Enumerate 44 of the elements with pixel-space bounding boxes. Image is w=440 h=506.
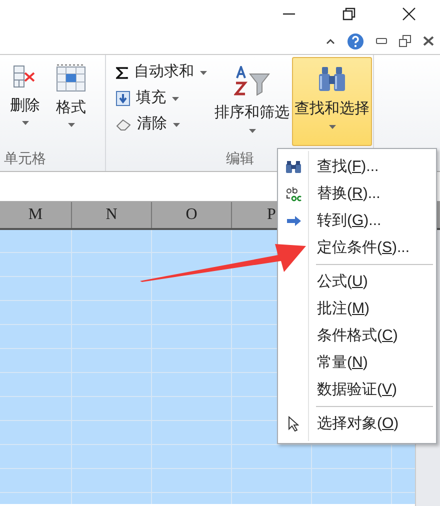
cells-button[interactable]: 格式 xyxy=(52,61,90,147)
pointer-icon xyxy=(288,416,299,432)
column-header[interactable]: O xyxy=(152,202,232,228)
column-header[interactable]: N xyxy=(72,202,152,228)
restore-icon[interactable] xyxy=(342,7,356,21)
ribbon-button[interactable]: 排序和筛选 xyxy=(212,57,292,146)
menu-item[interactable]: 条件格式(C) xyxy=(317,326,398,346)
column-header[interactable]: M xyxy=(0,202,72,228)
close-icon[interactable] xyxy=(402,7,416,21)
menu-item[interactable]: 定位条件(S)... xyxy=(317,238,410,258)
menu-item[interactable]: 公式(U) xyxy=(317,272,368,292)
ribbon-button[interactable]: 清除 xyxy=(116,113,212,136)
menu-item[interactable]: 选择对象(O) xyxy=(317,414,399,434)
menu-item[interactable]: 批注(M) xyxy=(317,298,370,318)
caret-icon xyxy=(200,70,207,74)
caret-icon xyxy=(248,129,256,133)
sort-filter-icon xyxy=(234,66,270,96)
caret-icon xyxy=(172,96,179,100)
close-icon[interactable] xyxy=(423,36,434,46)
help-icon[interactable] xyxy=(347,32,364,50)
menu-item[interactable]: 替换(R)... xyxy=(317,184,380,204)
menu-item[interactable]: 查找(F)... xyxy=(317,156,379,176)
collapse-ribbon-icon[interactable] xyxy=(326,38,335,44)
ribbon-button[interactable]: 填充 xyxy=(116,87,212,110)
binoculars-icon xyxy=(318,66,346,92)
caret-icon xyxy=(22,121,28,125)
binoculars-icon xyxy=(286,160,301,172)
menu-item[interactable]: 转到(G)... xyxy=(317,210,382,230)
ribbon-button[interactable]: 自动求和 xyxy=(116,61,212,84)
arrow-right-icon xyxy=(286,216,300,226)
ribbon-button[interactable]: 查找和选择 xyxy=(292,57,372,146)
caret-icon xyxy=(68,123,74,127)
sigma-icon xyxy=(116,66,128,78)
menu-item[interactable]: 常量(N) xyxy=(317,352,368,372)
group-label: 单元格 xyxy=(3,149,46,168)
fill-down-icon xyxy=(116,91,130,106)
minimize-icon[interactable] xyxy=(376,38,387,44)
group-label: 编辑 xyxy=(225,149,254,168)
restore-icon[interactable] xyxy=(399,35,411,47)
caret-icon xyxy=(173,122,180,126)
menu-item[interactable]: 数据验证(V) xyxy=(317,380,398,400)
format-cells-icon xyxy=(56,64,86,92)
cells-button[interactable]: 删除 xyxy=(6,61,44,147)
caret-icon xyxy=(328,125,336,129)
